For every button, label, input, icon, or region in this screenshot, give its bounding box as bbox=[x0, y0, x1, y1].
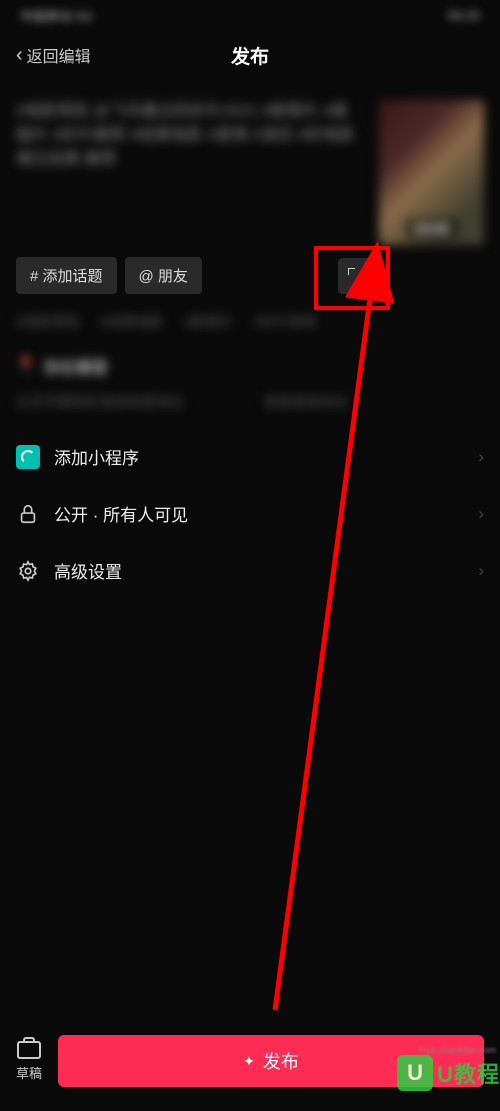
chip-row: # 添加话题 @ 朋友 bbox=[0, 257, 500, 294]
page-title: 发布 bbox=[231, 42, 269, 69]
watermark-text: U教程 bbox=[437, 1057, 500, 1089]
lock-icon bbox=[16, 502, 40, 526]
back-label: 返回编辑 bbox=[27, 43, 91, 67]
location-suggestion[interactable]: 某某某某地点 bbox=[264, 392, 348, 412]
hashtag-suggestion[interactable]: #经典电影 bbox=[100, 312, 164, 332]
miniapp-icon bbox=[16, 445, 40, 469]
chevron-right-icon: › bbox=[478, 504, 484, 524]
hashtag-suggestion[interactable]: #电影预告 bbox=[16, 312, 80, 332]
location-pin-icon: 📍 bbox=[16, 356, 36, 376]
chevron-right-icon: › bbox=[478, 561, 484, 581]
add-miniapp-row[interactable]: 添加小程序 › bbox=[0, 428, 500, 485]
hashtag-suggestion[interactable]: #剧情片 bbox=[184, 312, 234, 332]
back-button[interactable]: ‹ 返回编辑 bbox=[16, 43, 91, 67]
sparkle-icon: ✦ bbox=[243, 1053, 255, 1070]
draft-button[interactable]: 草稿 bbox=[16, 1041, 42, 1082]
watermark-url: lnya.chanlidan.com bbox=[419, 1045, 496, 1055]
hashtag-suggestions: #电影预告 #经典电影 #剧情片 #好片推荐 bbox=[0, 294, 500, 342]
miniapp-label: 添加小程序 bbox=[54, 444, 139, 469]
location-section[interactable]: 📍 你在哪里 北京市朝阳区某某某某地址 某某某某地点 bbox=[0, 342, 500, 428]
status-carrier: 中国移动 5G bbox=[20, 6, 93, 25]
add-hashtag-button[interactable]: # 添加话题 bbox=[16, 257, 117, 294]
scan-icon bbox=[348, 268, 364, 284]
caption-area: #电影预告 @飞鸟看过的好片2021 #剧情片 #悬疑片 #好片推荐 #经典电影… bbox=[0, 80, 500, 257]
watermark-badge: U bbox=[397, 1055, 433, 1091]
location-label: 你在哪里 bbox=[44, 354, 108, 378]
scan-button[interactable] bbox=[338, 258, 374, 294]
caption-input[interactable]: #电影预告 @飞鸟看过的好片2021 #剧情片 #悬疑片 #好片推荐 #经典电影… bbox=[16, 100, 363, 245]
hashtag-suggestion[interactable]: #好片推荐 bbox=[253, 312, 317, 332]
chevron-left-icon: ‹ bbox=[16, 44, 23, 67]
status-bar: 中国移动 5G 09:20 bbox=[0, 0, 500, 30]
advanced-settings-row[interactable]: 高级设置 › bbox=[0, 542, 500, 599]
watermark: lnya.chanlidan.com U U教程 bbox=[393, 1053, 500, 1093]
gear-icon bbox=[16, 559, 40, 583]
privacy-row[interactable]: 公开 · 所有人可见 › bbox=[0, 485, 500, 542]
mention-friend-button[interactable]: @ 朋友 bbox=[125, 257, 202, 294]
chevron-right-icon: › bbox=[478, 447, 484, 467]
video-thumbnail[interactable]: 选封面 bbox=[379, 100, 484, 245]
privacy-label: 公开 · 所有人可见 bbox=[54, 501, 188, 526]
status-time: 09:20 bbox=[447, 8, 480, 23]
publish-label: 发布 bbox=[263, 1048, 299, 1074]
location-suggestion[interactable]: 北京市朝阳区某某某某地址 bbox=[16, 392, 184, 412]
cover-select-button[interactable]: 选封面 bbox=[405, 218, 457, 239]
location-title: 📍 你在哪里 bbox=[16, 354, 484, 378]
advanced-label: 高级设置 bbox=[54, 558, 122, 583]
page-header: ‹ 返回编辑 发布 bbox=[0, 30, 500, 80]
draft-label: 草稿 bbox=[16, 1063, 42, 1082]
location-suggestions: 北京市朝阳区某某某某地址 某某某某地点 bbox=[16, 392, 484, 412]
draft-icon bbox=[17, 1041, 41, 1059]
